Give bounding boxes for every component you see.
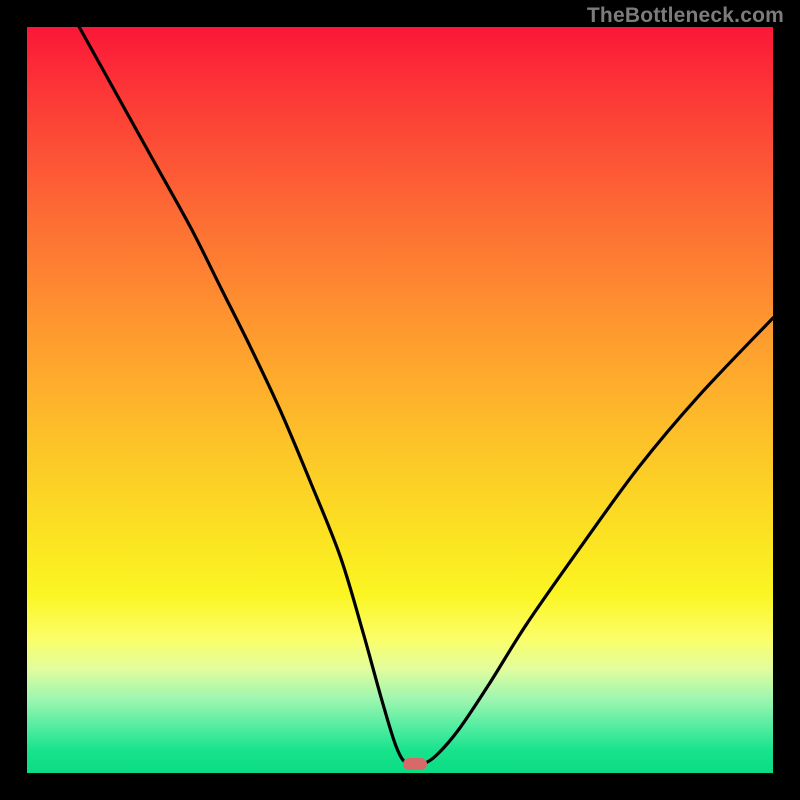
chart-stage: TheBottleneck.com: [0, 0, 800, 800]
watermark-text: TheBottleneck.com: [587, 4, 784, 28]
bottleneck-curve: [27, 27, 773, 773]
optimum-marker: [403, 758, 427, 770]
plot-area: [27, 27, 773, 773]
